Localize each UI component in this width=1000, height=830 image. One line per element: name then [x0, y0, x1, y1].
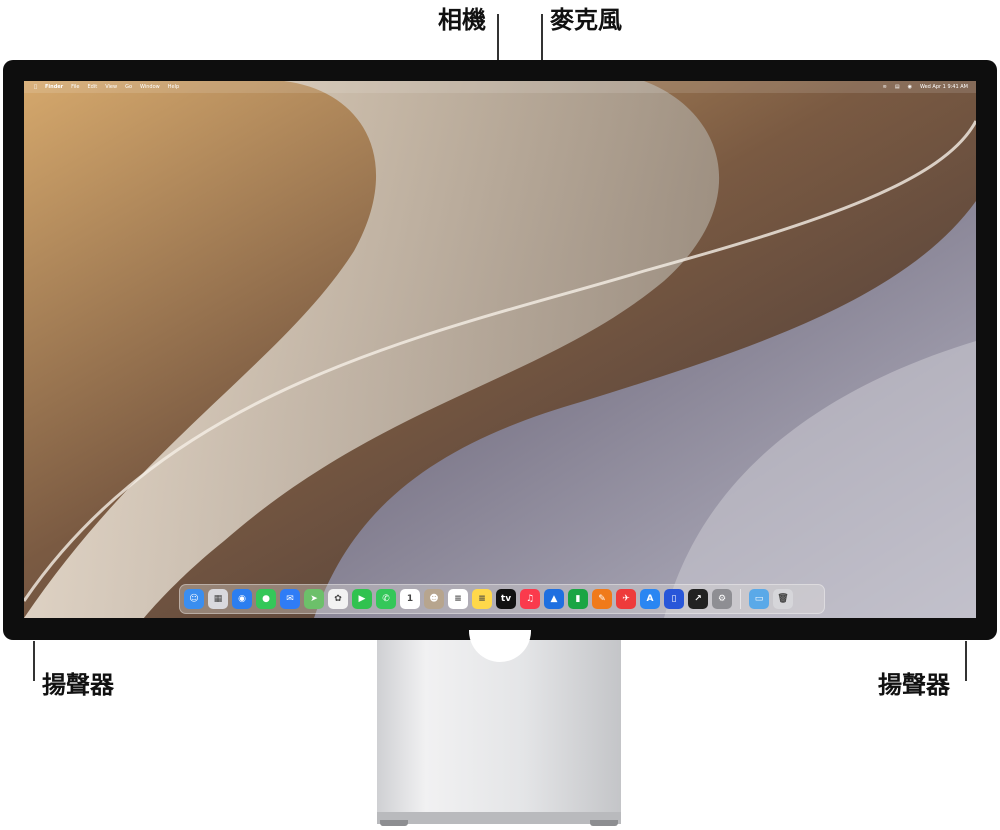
finder-icon[interactable]: ☺ [184, 589, 204, 609]
menu-bar:  Finder File Edit View Go Window Help ≋… [24, 81, 976, 93]
microphone-label: 麥克風 [550, 6, 622, 34]
dock: ☺ ▦ ◉ ● ✉ ➤ ✿ ▶ ✆ 1 ☻ ≡ ≡ tv ♫ ▲ ▮ ✎ ✈ A ▯ ↗ ⚙ ▭ 🗑 [179, 584, 825, 614]
menu-clock[interactable]: Wed Apr 1 9:41 AM [920, 84, 968, 90]
tv-icon[interactable]: tv [496, 589, 516, 609]
stand-base [377, 812, 621, 824]
menu-view[interactable]: View [105, 84, 117, 90]
desktop-screen:  Finder File Edit View Go Window Help ≋… [24, 81, 976, 618]
stocks-icon[interactable]: ↗ [688, 589, 708, 609]
launch-icon[interactable]: ✈ [616, 589, 636, 609]
launchpad-icon[interactable]: ▦ [208, 589, 228, 609]
camera-label: 相機 [438, 6, 486, 34]
studio-display:  Finder File Edit View Go Window Help ≋… [3, 60, 997, 640]
mail-icon[interactable]: ✉ [280, 589, 300, 609]
right-speaker-leader-line [965, 641, 967, 681]
wifi-icon[interactable]: ≋ [883, 84, 887, 90]
camera-leader-line [497, 14, 499, 64]
downloads-folder-icon[interactable]: ▭ [749, 589, 769, 609]
menu-help[interactable]: Help [168, 84, 179, 90]
phone-icon[interactable]: ✆ [376, 589, 396, 609]
right-speaker-label: 揚聲器 [878, 671, 950, 699]
safari-icon[interactable]: ◉ [232, 589, 252, 609]
pages-icon[interactable]: ✎ [592, 589, 612, 609]
display-stand [377, 640, 621, 820]
messages-icon[interactable]: ● [256, 589, 276, 609]
contacts-icon[interactable]: ☻ [424, 589, 444, 609]
control-center-icon[interactable]: ▤ [895, 84, 900, 90]
calendar-icon[interactable]: 1 [400, 589, 420, 609]
keynote-icon[interactable]: ▲ [544, 589, 564, 609]
maps-icon[interactable]: ➤ [304, 589, 324, 609]
menu-window[interactable]: Window [140, 84, 160, 90]
stand-foot-left [380, 820, 408, 826]
stand-foot-right [590, 820, 618, 826]
system-settings-icon[interactable]: ⚙ [712, 589, 732, 609]
wallpaper [24, 81, 976, 618]
music-icon[interactable]: ♫ [520, 589, 540, 609]
menu-file[interactable]: File [71, 84, 79, 90]
menu-edit[interactable]: Edit [88, 84, 98, 90]
user-icon[interactable]: ◉ [908, 84, 912, 90]
microphone-leader-line [541, 14, 543, 64]
simulator-icon[interactable]: ▯ [664, 589, 684, 609]
reminders-icon[interactable]: ≡ [448, 589, 468, 609]
menu-go[interactable]: Go [125, 84, 132, 90]
notes-icon[interactable]: ≡ [472, 589, 492, 609]
app-store-icon[interactable]: A [640, 589, 660, 609]
left-speaker-label: 揚聲器 [42, 671, 114, 699]
menu-finder[interactable]: Finder [45, 84, 63, 90]
dock-separator [740, 589, 741, 609]
left-speaker-leader-line [33, 641, 35, 681]
facetime-icon[interactable]: ▶ [352, 589, 372, 609]
photos-icon[interactable]: ✿ [328, 589, 348, 609]
trash-icon[interactable]: 🗑 [773, 589, 793, 609]
apple-icon[interactable]:  [34, 84, 37, 90]
numbers-icon[interactable]: ▮ [568, 589, 588, 609]
